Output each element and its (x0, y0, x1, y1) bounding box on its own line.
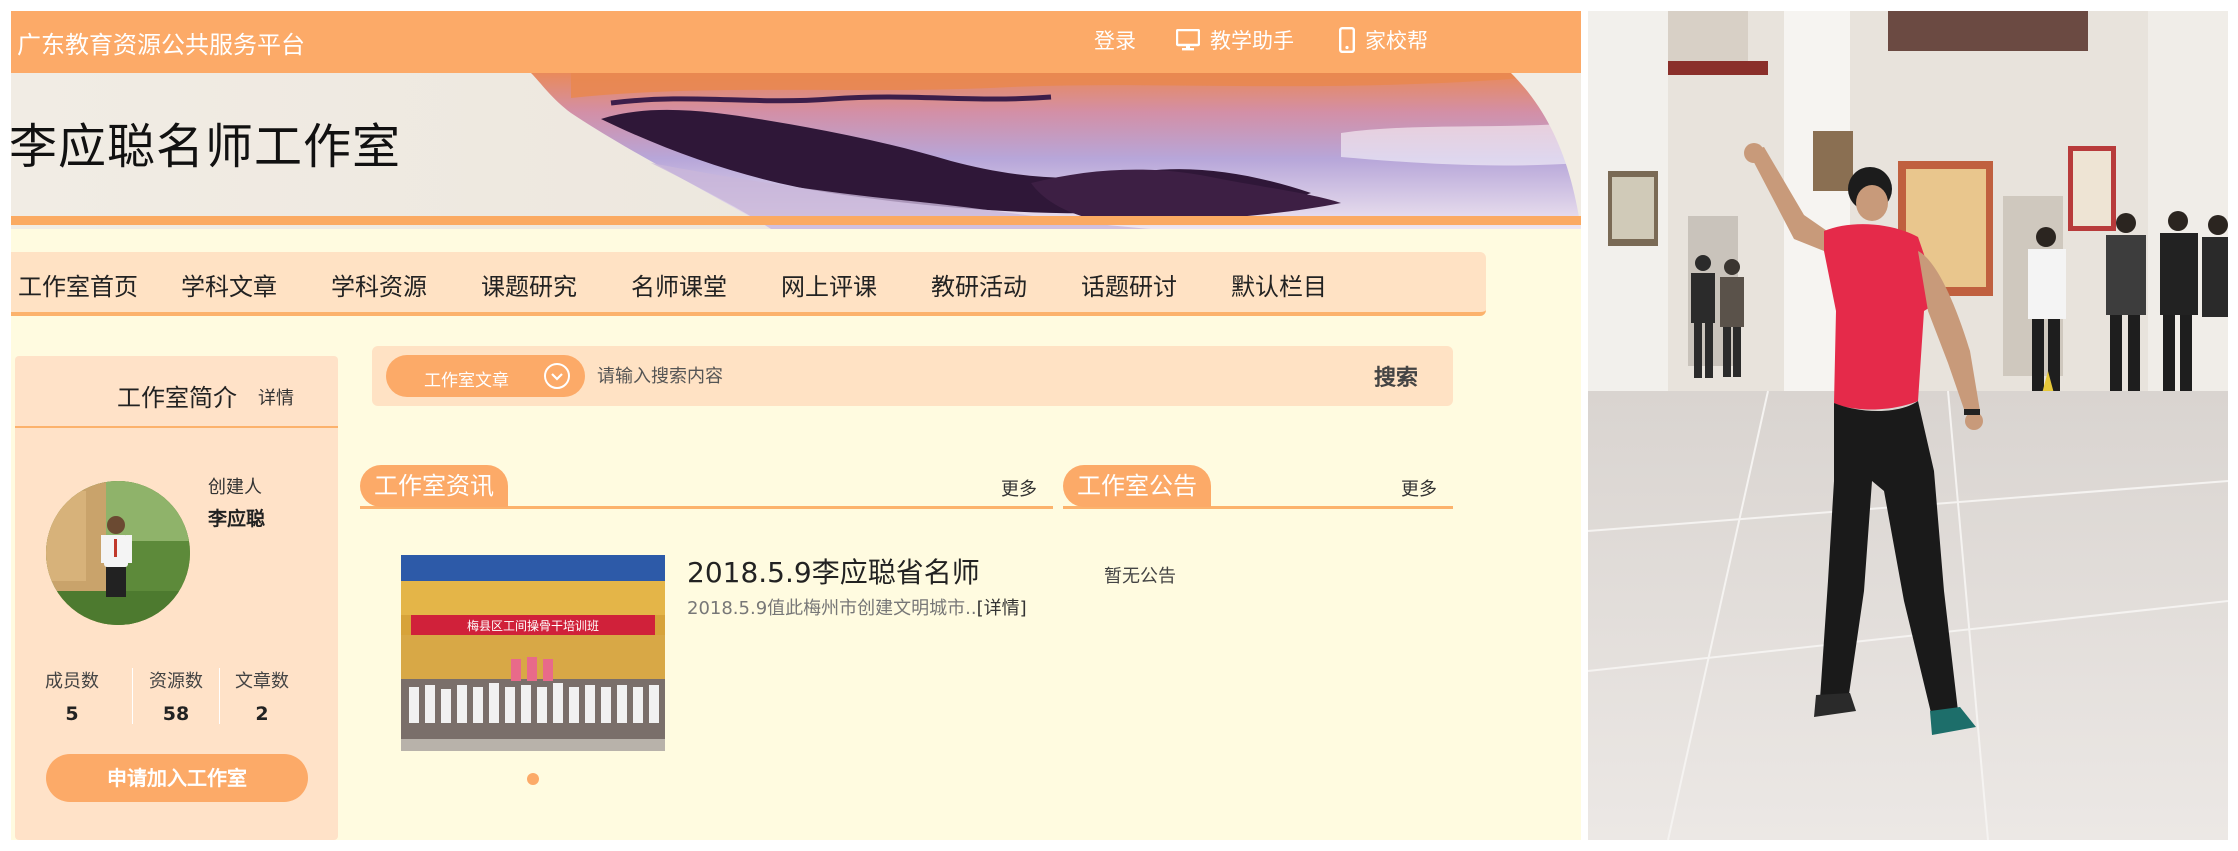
news-photo-banner-text: 梅县区工间操骨干培训班 (467, 618, 599, 633)
creator-avatar[interactable] (46, 481, 190, 625)
main-navigation: 工作室首页 学科文章 学科资源 课题研究 名师课堂 网上评课 教研活动 话题研讨… (11, 252, 1486, 316)
news-item-summary: 2018.5.9值此梅州市创建文明城市..[详情] (687, 594, 1027, 620)
news-thumbnail[interactable]: 梅县区工间操骨干培训班 (401, 555, 665, 751)
stat-articles-label: 文章数 (235, 671, 289, 692)
join-studio-button[interactable]: 申请加入工作室 (46, 754, 308, 802)
intro-title: 工作室简介 (117, 384, 237, 412)
news-details-link[interactable]: [详情] (977, 598, 1027, 619)
news-item-title[interactable]: 2018.5.9李应聪省名师 (687, 551, 980, 591)
teaching-assistant-label: 教学助手 (1210, 29, 1294, 53)
platform-brand[interactable]: 广东教育资源公共服务平台 (17, 25, 305, 60)
family-school-link[interactable]: 家校帮 (1339, 25, 1428, 55)
creator-name[interactable]: 李应聪 (208, 504, 265, 531)
empty-notice-text: 暂无公告 (1104, 566, 1176, 587)
intro-header: 工作室简介 详情 (15, 356, 338, 428)
search-category-dropdown[interactable]: 工作室文章 (386, 355, 585, 397)
nav-item-home[interactable]: 工作室首页 (18, 267, 138, 302)
news-summary-text: 2018.5.9值此梅州市创建文明城市.. (687, 598, 977, 619)
monitor-icon (1176, 29, 1200, 51)
search-bar: 工作室文章 搜索 (372, 346, 1453, 406)
news-photo: 梅县区工间操骨干培训班 (401, 555, 665, 751)
top-bar: 广东教育资源公共服务平台 登录 教学助手 家校帮 (11, 11, 1581, 73)
nav-item-evaluation[interactable]: 网上评课 (781, 267, 877, 302)
creator-label: 创建人 (208, 477, 262, 498)
news-more-link[interactable]: 更多 (1001, 475, 1037, 501)
banner-divider (11, 216, 1581, 225)
stat-members-value: 5 (65, 703, 79, 725)
exercise-photo (1588, 11, 2228, 840)
teaching-assistant-link[interactable]: 教学助手 (1176, 25, 1294, 55)
stat-articles-value: 2 (255, 703, 269, 725)
search-button[interactable]: 搜索 (1374, 360, 1418, 392)
carousel-dot[interactable] (527, 773, 539, 785)
studio-intro-panel: 工作室简介 详情 创建人 李应聪 成员数 5 资源数 58 文章数 2 申请加入… (15, 356, 338, 840)
news-section-title: 工作室资讯 (360, 465, 508, 507)
phone-icon (1339, 27, 1355, 53)
stat-resources-label: 资源数 (149, 671, 203, 692)
notice-section-header: 工作室公告 更多 (1063, 465, 1453, 509)
chevron-down-icon (544, 363, 570, 389)
avatar-photo (46, 481, 190, 625)
login-link[interactable]: 登录 (1094, 25, 1136, 55)
nav-item-activities[interactable]: 教研活动 (931, 267, 1027, 302)
login-label: 登录 (1094, 29, 1136, 53)
search-input[interactable] (597, 360, 1337, 392)
intro-details-link[interactable]: 详情 (258, 384, 294, 410)
nav-item-classroom[interactable]: 名师课堂 (631, 267, 727, 302)
stat-resources[interactable]: 资源数 58 (131, 667, 221, 725)
nav-item-default[interactable]: 默认栏目 (1231, 267, 1327, 302)
search-category-label: 工作室文章 (424, 371, 509, 391)
studio-title: 李应聪名师工作室 (11, 119, 402, 175)
stat-members-label: 成员数 (45, 671, 99, 692)
studio-banner: 李应聪名师工作室 (11, 73, 1581, 229)
notice-section-title: 工作室公告 (1063, 465, 1211, 507)
stat-members[interactable]: 成员数 5 (27, 667, 117, 725)
stat-articles[interactable]: 文章数 2 (217, 667, 307, 725)
family-school-label: 家校帮 (1365, 29, 1428, 53)
website-screenshot: 广东教育资源公共服务平台 登录 教学助手 家校帮 李应聪名师工作室 工作室首页 … (11, 11, 1581, 840)
nav-item-articles[interactable]: 学科文章 (181, 267, 277, 302)
nav-item-resources[interactable]: 学科资源 (331, 267, 427, 302)
stat-resources-value: 58 (162, 703, 190, 725)
news-section-header: 工作室资讯 更多 (360, 465, 1053, 509)
man-exercising-image (1588, 11, 2228, 840)
nav-item-topics[interactable]: 话题研讨 (1081, 267, 1177, 302)
notice-more-link[interactable]: 更多 (1401, 475, 1437, 501)
nav-item-research[interactable]: 课题研究 (481, 267, 577, 302)
